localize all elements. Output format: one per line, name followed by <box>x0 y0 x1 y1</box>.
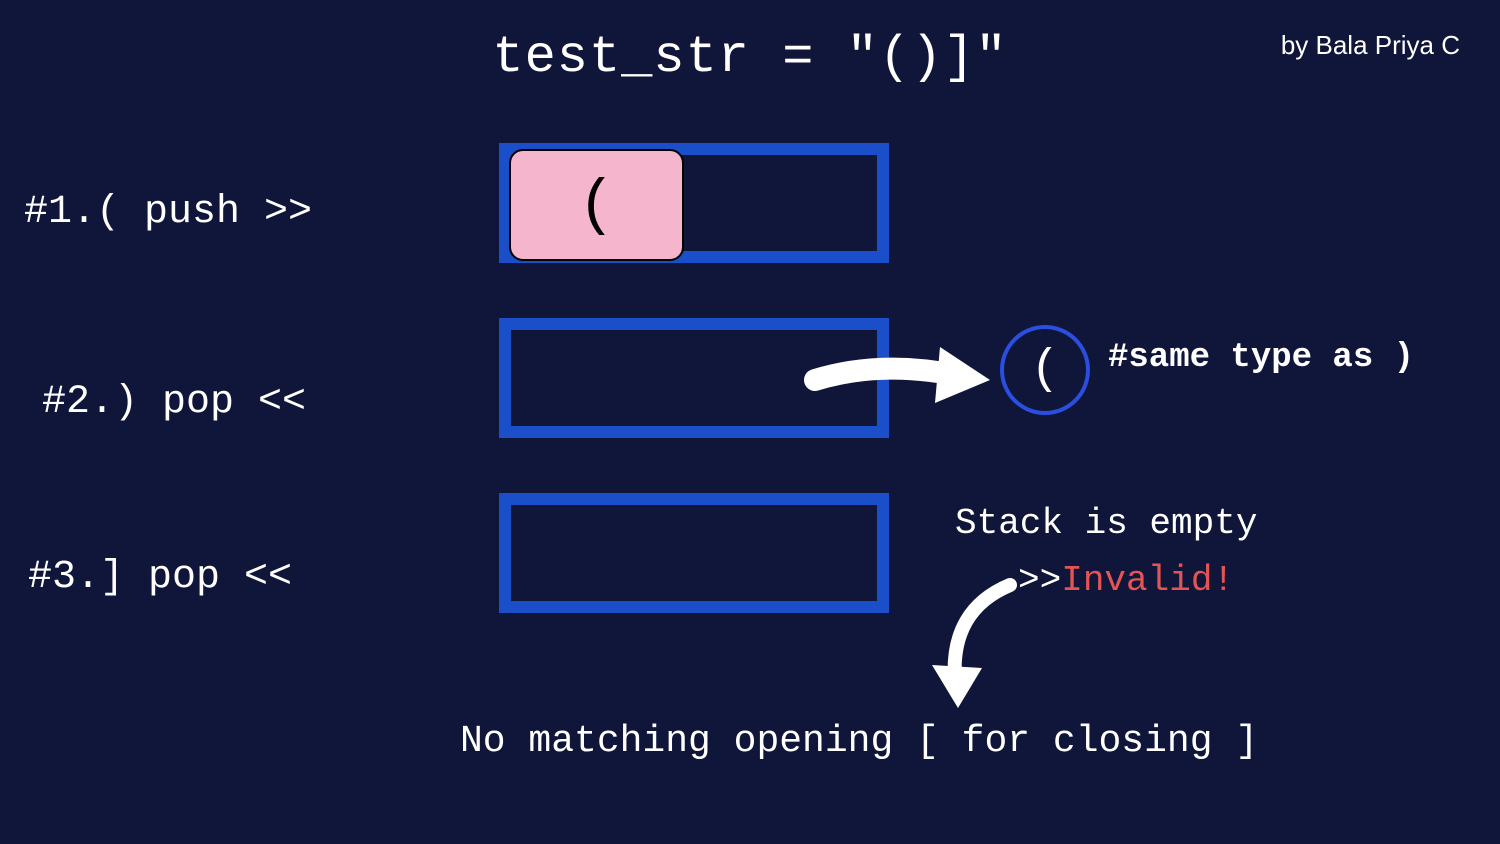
curved-arrow-icon <box>910 570 1030 720</box>
stack-cell-1: ( <box>509 149 684 261</box>
invalid-line: >>Invalid! <box>1018 560 1234 601</box>
stack-box-3 <box>499 493 889 613</box>
title: test_str = "()]" <box>0 28 1500 87</box>
empty-note: Stack is empty <box>955 503 1257 544</box>
invalid-text: Invalid! <box>1061 560 1234 601</box>
bottom-note: No matching opening [ for closing ] <box>460 720 1258 763</box>
step3-label: #3.] pop << <box>28 555 292 600</box>
popped-circle: ( <box>1000 325 1090 415</box>
step2-comment: #same type as ) <box>1108 335 1448 383</box>
pop-arrow-icon <box>800 335 1000 415</box>
step2-label: #2.) pop << <box>42 380 306 425</box>
step1-label: #1.( push >> <box>24 190 312 235</box>
byline: by Bala Priya C <box>1281 30 1460 61</box>
